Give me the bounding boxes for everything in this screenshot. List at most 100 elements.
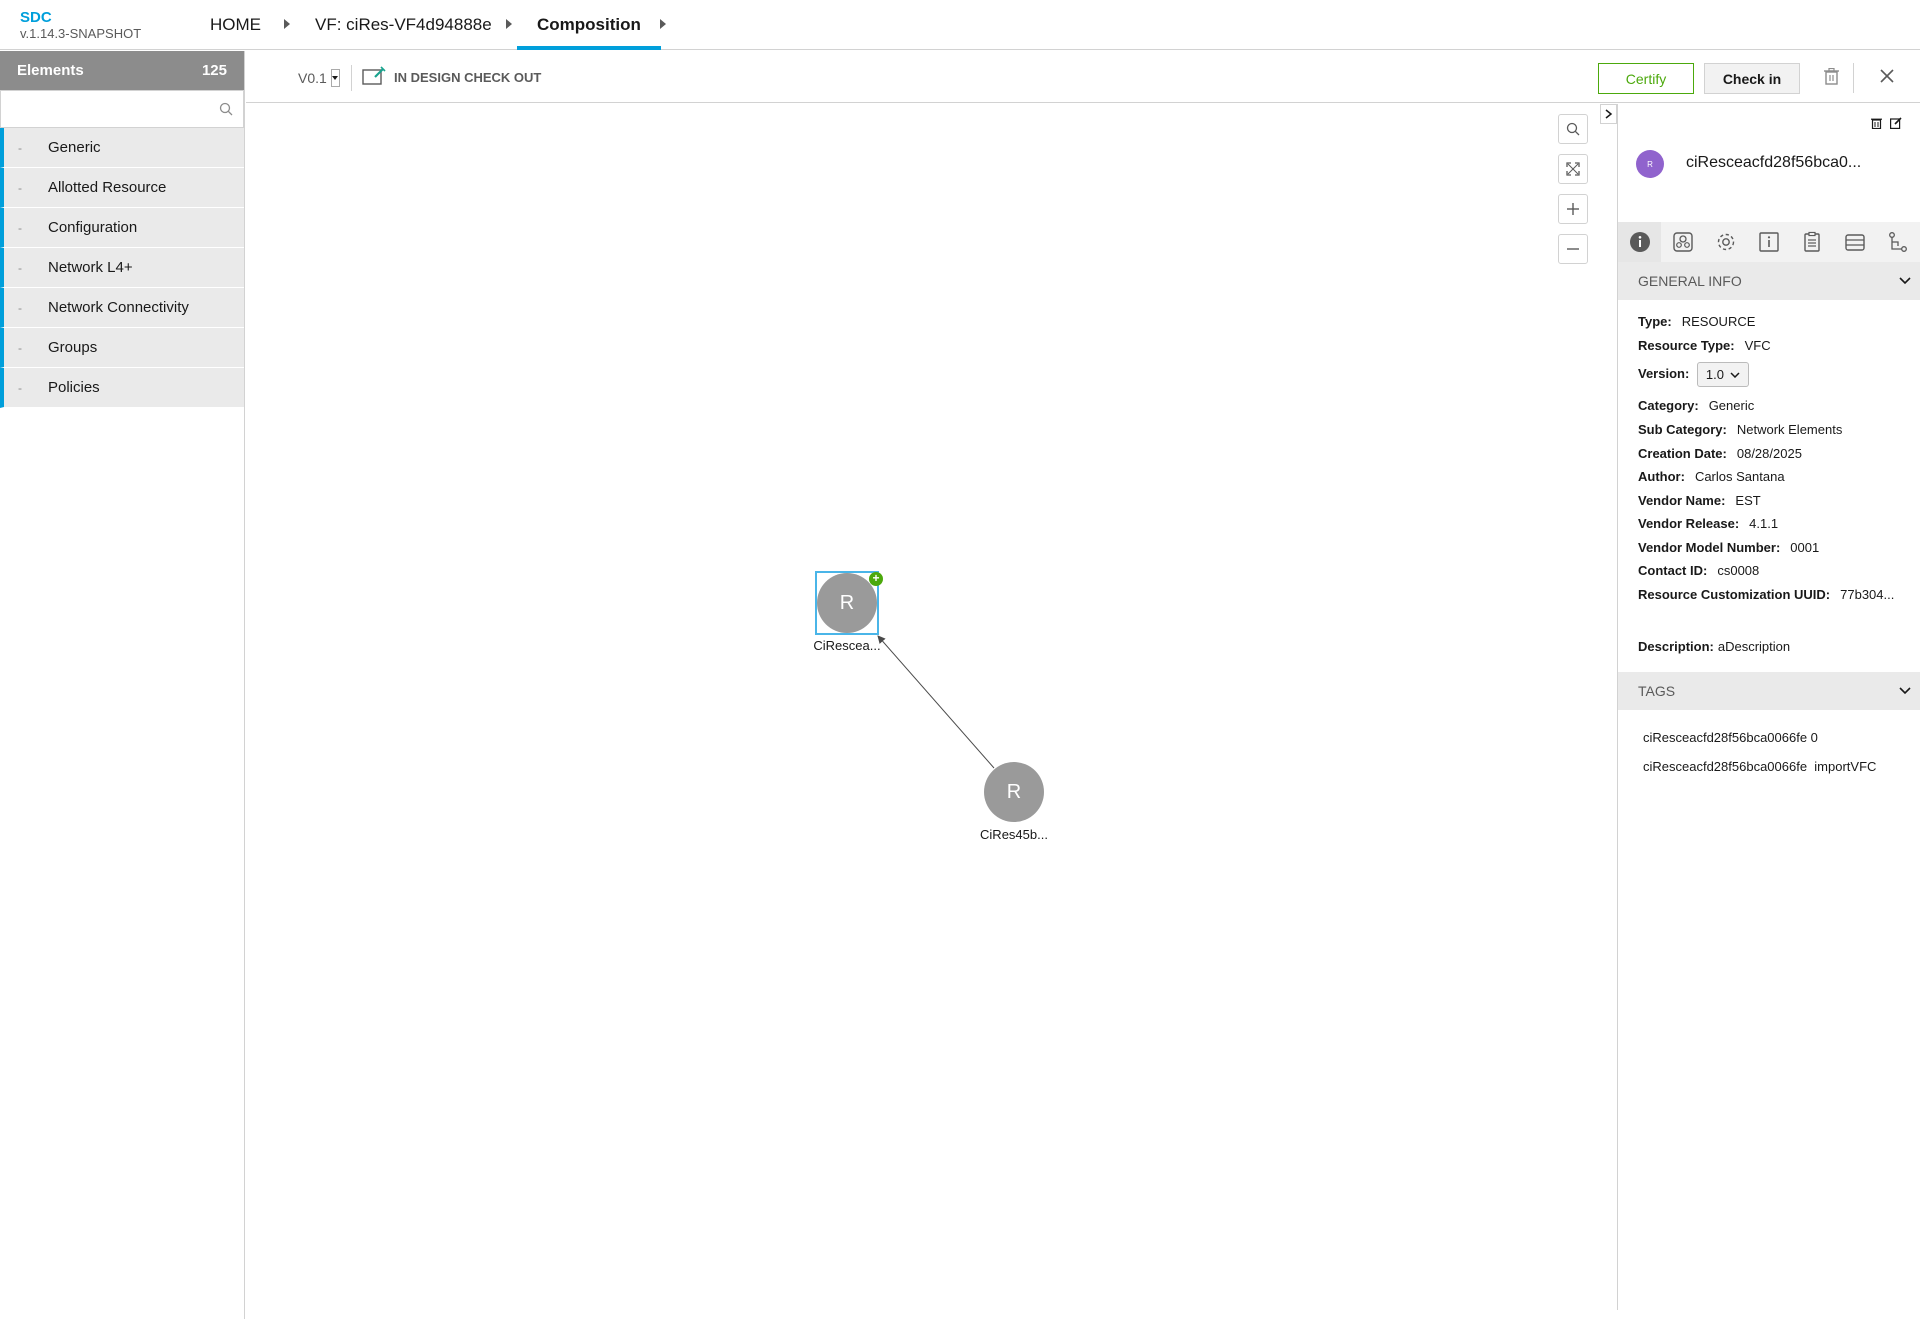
component-title: ciResceacfd28f56bca0...: [1686, 154, 1862, 171]
palette-count: 125: [201, 62, 227, 79]
add-badge-icon[interactable]: +: [869, 572, 883, 586]
status-text: IN DESIGN CHECK OUT: [394, 69, 542, 85]
breadcrumb-arrow-icon[interactable]: [660, 19, 666, 29]
app-version: v.1.14.3-SNAPSHOT: [20, 26, 142, 41]
check-in-button[interactable]: Check in: [1704, 63, 1800, 94]
palette-search: [0, 90, 244, 128]
layers-icon: [1844, 234, 1865, 251]
fit-to-screen-button[interactable]: [1558, 154, 1588, 184]
info-filled-icon: [1629, 232, 1650, 252]
minus-icon: [1567, 248, 1579, 250]
search-icon: [1566, 122, 1580, 136]
collapse-icon: -: [18, 380, 22, 395]
category-label: Policies: [48, 379, 100, 396]
info-type: Type: RESOURCE: [1638, 314, 1756, 329]
collapse-icon: -: [18, 140, 22, 155]
general-info-section-header[interactable]: GENERAL INFO: [1618, 262, 1920, 300]
category-policies[interactable]: - Policies: [0, 368, 244, 408]
app-name: SDC: [20, 9, 52, 26]
info-resource-type: Resource Type: VFC: [1638, 338, 1771, 353]
top-navigation-bar: SDC v.1.14.3-SNAPSHOT HOME VF: ciRes-VF4…: [0, 0, 1920, 50]
category-network-connectivity[interactable]: - Network Connectivity: [0, 288, 244, 328]
chevron-down-icon: [1899, 277, 1911, 285]
category-label: Allotted Resource: [48, 179, 167, 196]
collapse-icon: -: [18, 300, 22, 315]
gear-icon: [1717, 233, 1734, 251]
breadcrumb-arrow-icon[interactable]: [284, 19, 290, 29]
close-icon[interactable]: [1880, 69, 1894, 88]
collapse-icon: -: [18, 180, 22, 195]
elements-palette: Elements 125 - Generic - Allotted Resource…: [0, 51, 245, 1319]
chevron-right-icon: [1605, 109, 1612, 119]
breadcrumb-vf[interactable]: VF: ciRes-VF4d94888e: [315, 0, 492, 50]
category-generic[interactable]: - Generic: [0, 128, 244, 168]
panel-actions: [1871, 116, 1902, 134]
chevron-down-icon: [1730, 371, 1740, 378]
palette-search-input[interactable]: [1, 91, 201, 127]
collapse-icon: -: [18, 220, 22, 235]
info-customization-uuid: Resource Customization UUID: 77b304...: [1638, 587, 1895, 602]
toolbar-divider: [1853, 63, 1854, 93]
version-select[interactable]: 1.0: [1696, 362, 1749, 387]
info-category: Category: Generic: [1638, 398, 1755, 413]
component-avatar: R: [1636, 150, 1664, 178]
info-vendor-name: Vendor Name: EST: [1638, 493, 1761, 508]
info-creation-date: Creation Date: 08/28/2025: [1638, 446, 1802, 461]
tab-deployment-artifacts[interactable]: [1661, 222, 1704, 262]
certify-button[interactable]: Certify: [1598, 63, 1694, 94]
zoom-search-button[interactable]: [1558, 114, 1588, 144]
delete-instance-icon[interactable]: [1871, 116, 1882, 134]
breadcrumb-arrow-icon[interactable]: [506, 19, 512, 29]
chevron-down-icon: [1899, 687, 1911, 695]
zoom-in-button[interactable]: [1558, 194, 1588, 224]
tags-section-header[interactable]: TAGS: [1618, 672, 1920, 710]
info-contact-id: Contact ID: cs0008: [1638, 563, 1760, 578]
category-configuration[interactable]: - Configuration: [0, 208, 244, 248]
tab-information-artifacts[interactable]: [1747, 222, 1790, 262]
tab-general-info[interactable]: [1618, 222, 1661, 262]
component-node[interactable]: R: [817, 573, 877, 633]
info-box-icon: [1758, 232, 1779, 252]
category-allotted-resource[interactable]: - Allotted Resource: [0, 168, 244, 208]
workspace-toolbar: V0.1 IN DESIGN CHECK OUT Certify Check i…: [246, 51, 1920, 103]
tab-properties[interactable]: [1704, 222, 1747, 262]
section-title: TAGS: [1638, 683, 1676, 699]
lifecycle-status: IN DESIGN CHECK OUT: [362, 65, 541, 89]
category-network-l4[interactable]: - Network L4+: [0, 248, 244, 288]
caret-down-icon[interactable]: [330, 69, 340, 87]
toolbar-divider: [351, 65, 352, 91]
tab-composition[interactable]: [1833, 222, 1876, 262]
app-brand[interactable]: SDC v.1.14.3-SNAPSHOT: [20, 9, 141, 42]
palette-title: Elements: [17, 62, 84, 79]
component-node[interactable]: R: [984, 762, 1044, 822]
collapse-panel-button[interactable]: [1600, 104, 1617, 124]
tag-item: ciResceacfd28f56bca0066fe 0: [1643, 730, 1818, 745]
palette-header: Elements 125: [0, 51, 244, 90]
trash-icon[interactable]: [1824, 67, 1839, 90]
details-panel: R ciResceacfd28f56bca0... GENERAL INFO T…: [1617, 104, 1920, 1310]
info-vendor-release: Vendor Release: 4.1.1: [1638, 516, 1779, 531]
info-vendor-model-number: Vendor Model Number: 0001: [1638, 540, 1820, 555]
collapse-icon: -: [18, 340, 22, 355]
node-label: CiRescea...: [813, 638, 881, 653]
breadcrumb-home[interactable]: HOME: [210, 0, 261, 50]
info-version: Version: 1.0: [1638, 362, 1749, 387]
connection-icon: [1888, 232, 1907, 252]
composition-canvas[interactable]: R + CiRescea... R CiRes45b...: [246, 104, 1616, 1310]
category-label: Network L4+: [48, 259, 133, 276]
plus-icon: [1567, 203, 1579, 215]
version-value: V0.1: [298, 70, 327, 86]
section-title: GENERAL INFO: [1638, 273, 1742, 289]
tab-requirements-capabilities[interactable]: [1876, 222, 1919, 262]
breadcrumb-composition[interactable]: Composition: [517, 0, 661, 50]
zoom-out-button[interactable]: [1558, 234, 1588, 264]
edit-instance-icon[interactable]: [1890, 116, 1902, 134]
info-sub-category: Sub Category: Network Elements: [1638, 422, 1843, 437]
category-label: Generic: [48, 139, 101, 156]
category-groups[interactable]: - Groups: [0, 328, 244, 368]
search-icon[interactable]: [219, 102, 233, 121]
node-label: CiRes45b...: [980, 827, 1048, 842]
version-dropdown[interactable]: V0.1: [298, 69, 340, 87]
tab-api-artifacts[interactable]: [1790, 222, 1833, 262]
edit-status-icon: [362, 65, 386, 89]
